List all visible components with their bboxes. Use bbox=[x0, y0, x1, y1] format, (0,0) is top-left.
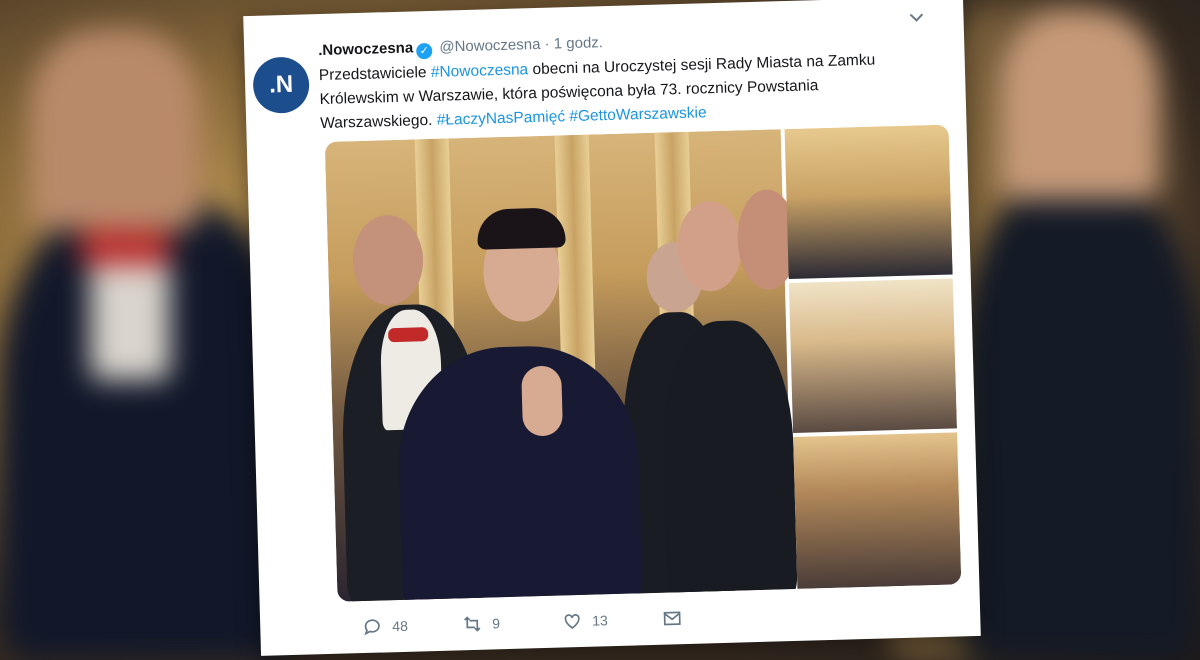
tweet-actions: 48 9 13 bbox=[362, 606, 762, 637]
avatar[interactable]: .N bbox=[252, 56, 310, 114]
tweet-card: .N .Nowoczesna ✓ @Nowoczesna · 1 godz. Pr… bbox=[243, 0, 981, 656]
photo-thumbnail[interactable] bbox=[784, 124, 953, 280]
message-icon bbox=[663, 611, 681, 626]
reply-count: 48 bbox=[392, 617, 409, 635]
hashtag-link[interactable]: #Nowoczesna bbox=[431, 61, 529, 81]
hashtag-link[interactable]: #ŁaczyNasPamięć bbox=[437, 108, 566, 129]
timestamp[interactable]: 1 godz. bbox=[554, 34, 604, 52]
separator: · bbox=[544, 35, 550, 53]
hashtag-link[interactable]: #GettoWarszawskie bbox=[569, 104, 707, 125]
photo-thumbnail[interactable] bbox=[788, 278, 957, 433]
retweet-icon bbox=[464, 616, 481, 632]
verified-icon: ✓ bbox=[416, 42, 433, 60]
photo-main[interactable] bbox=[324, 129, 800, 602]
photo-thumbnail[interactable] bbox=[793, 432, 962, 589]
display-name[interactable]: .Nowoczesna bbox=[318, 39, 413, 59]
like-count: 13 bbox=[591, 612, 609, 629]
tweet-text-part: Przedstawiciele bbox=[318, 63, 432, 85]
like-button[interactable]: 13 bbox=[562, 609, 663, 632]
retweet-button[interactable]: 9 bbox=[462, 612, 563, 635]
chevron-down-icon[interactable] bbox=[909, 9, 924, 27]
reply-icon bbox=[364, 619, 380, 636]
reply-button[interactable]: 48 bbox=[362, 614, 463, 637]
like-icon bbox=[564, 614, 580, 629]
retweet-count: 9 bbox=[492, 615, 501, 632]
handle[interactable]: @Nowoczesna bbox=[439, 36, 541, 56]
tweet-text: Przedstawiciele #Nowoczesna obecni na Ur… bbox=[319, 47, 921, 136]
tweet-media-grid bbox=[324, 124, 962, 602]
message-button[interactable] bbox=[662, 606, 763, 629]
